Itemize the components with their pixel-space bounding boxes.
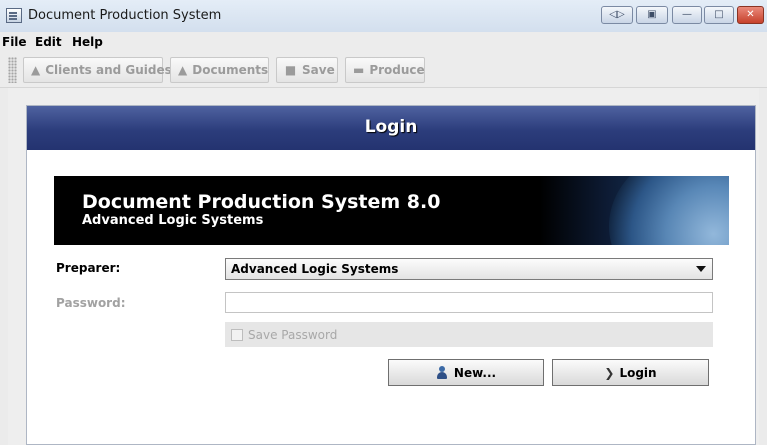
chevron-right-icon: ❯	[604, 365, 615, 380]
produce-label: Produce	[369, 63, 425, 77]
menu-file[interactable]: File	[2, 35, 27, 49]
window-extra-button-2[interactable]: ▣	[636, 6, 668, 24]
preparer-select[interactable]: Advanced Logic Systems	[225, 258, 713, 280]
toolbar: ▲ Clients and Guides ▲ Documents ■ Save …	[0, 53, 767, 88]
new-button[interactable]: New...	[388, 359, 544, 386]
documents-button[interactable]: ▲ Documents	[170, 57, 269, 83]
new-button-label: New...	[453, 365, 497, 380]
printer-icon: ▬	[353, 62, 365, 77]
dropdown-arrow-icon[interactable]	[696, 266, 706, 272]
save-password-row: Save Password	[225, 322, 713, 347]
login-button[interactable]: ❯ Login	[552, 359, 709, 386]
produce-button[interactable]: ▬ Produce	[345, 57, 425, 83]
menu-help[interactable]: Help	[72, 35, 103, 49]
documents-icon: ▲	[178, 62, 188, 77]
menu-bar: File Edit Help	[0, 32, 767, 53]
password-field[interactable]	[225, 292, 713, 313]
password-label: Password:	[56, 296, 126, 310]
login-button-label: Login	[619, 365, 657, 380]
title-bar: Document Production System ◁▷ ▣ — □ ✕	[0, 0, 767, 33]
clients-and-guides-label: Clients and Guides	[45, 63, 172, 77]
main-content: Login Document Production System 8.0 Adv…	[8, 88, 759, 445]
save-password-checkbox[interactable]	[231, 328, 243, 341]
maximize-button[interactable]: □	[704, 6, 734, 24]
earth-image	[609, 176, 729, 245]
user-icon	[436, 366, 449, 379]
banner-subtitle: Advanced Logic Systems	[82, 213, 264, 228]
close-button[interactable]: ✕	[737, 6, 764, 24]
banner-title: Document Production System 8.0	[82, 191, 441, 213]
login-panel-header: Login	[27, 106, 755, 150]
minimize-button[interactable]: —	[672, 6, 702, 24]
product-banner: Document Production System 8.0 Advanced …	[54, 176, 729, 245]
preparer-value: Advanced Logic Systems	[231, 262, 399, 276]
folder-icon: ▲	[31, 62, 41, 77]
disk-icon: ■	[284, 62, 297, 77]
clients-and-guides-button[interactable]: ▲ Clients and Guides	[23, 57, 172, 83]
save-password-label: Save Password	[248, 327, 338, 342]
toolbar-grip[interactable]	[8, 57, 17, 83]
login-panel: Login Document Production System 8.0 Adv…	[26, 105, 756, 445]
menu-edit[interactable]: Edit	[35, 35, 62, 49]
window-title: Document Production System	[28, 8, 222, 23]
window-extra-button-1[interactable]: ◁▷	[601, 6, 633, 24]
documents-label: Documents	[192, 63, 269, 77]
save-label: Save	[302, 63, 335, 77]
save-button[interactable]: ■ Save	[276, 57, 338, 83]
app-icon	[6, 8, 22, 23]
preparer-label: Preparer:	[56, 261, 121, 275]
